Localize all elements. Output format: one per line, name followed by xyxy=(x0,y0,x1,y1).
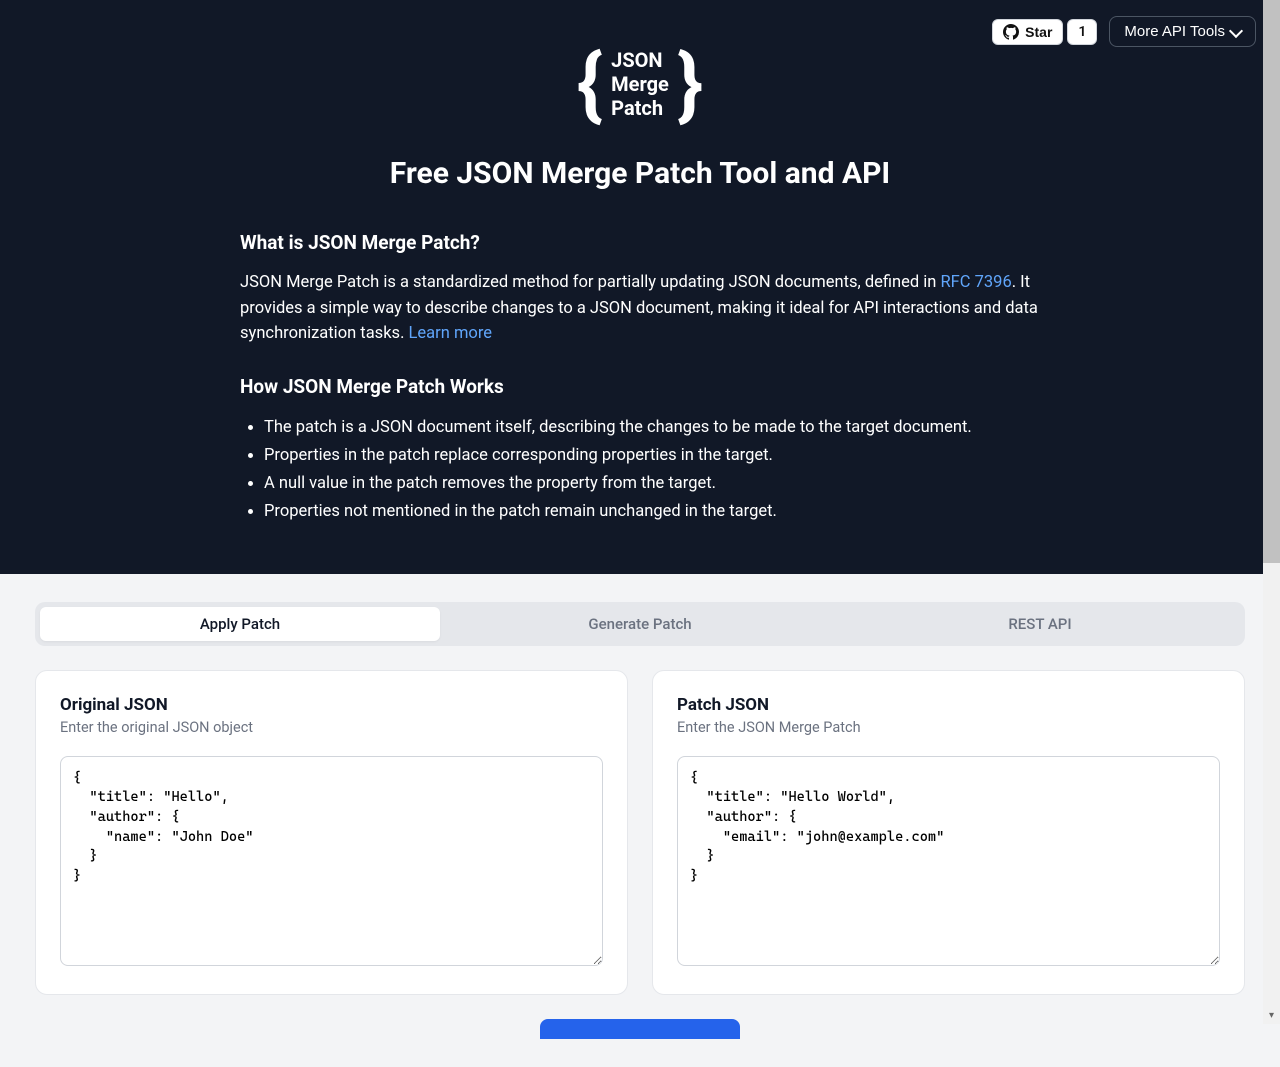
scroll-down-icon[interactable]: ▾ xyxy=(1263,1007,1280,1024)
patch-json-textarea[interactable] xyxy=(677,756,1220,966)
header: Star 1 More API Tools { JSON Merge Patch… xyxy=(0,0,1280,574)
tab-generate-patch[interactable]: Generate Patch xyxy=(440,607,840,641)
how-it-works-list: The patch is a JSON document itself, des… xyxy=(240,414,1040,526)
original-json-panel: Original JSON Enter the original JSON ob… xyxy=(35,670,628,995)
list-item: A null value in the patch removes the pr… xyxy=(264,470,1040,498)
more-tools-label: More API Tools xyxy=(1124,23,1225,40)
logo-line1: JSON xyxy=(611,48,669,72)
panel-title: Original JSON xyxy=(60,695,603,715)
panel-description: Enter the original JSON object xyxy=(60,719,603,736)
star-label: Star xyxy=(1025,24,1052,40)
tab-rest-api[interactable]: REST API xyxy=(840,607,1240,641)
github-star-button[interactable]: Star xyxy=(992,19,1063,45)
list-item: Properties not mentioned in the patch re… xyxy=(264,498,1040,526)
github-star-count: 1 xyxy=(1067,19,1097,45)
main-content: Apply Patch Generate Patch REST API Orig… xyxy=(0,574,1280,1067)
github-star-widget: Star 1 xyxy=(992,19,1097,45)
tab-group: Apply Patch Generate Patch REST API xyxy=(35,602,1245,646)
page-title: Free JSON Merge Patch Tool and API xyxy=(16,156,1264,191)
brace-left-icon: { xyxy=(577,44,603,124)
list-item: Properties in the patch replace correspo… xyxy=(264,442,1040,470)
apply-merge-patch-button[interactable] xyxy=(540,1019,740,1039)
patch-json-panel: Patch JSON Enter the JSON Merge Patch xyxy=(652,670,1245,995)
rfc-link[interactable]: RFC 7396 xyxy=(941,273,1012,292)
scrollbar[interactable]: ▾ xyxy=(1263,0,1280,1024)
list-item: The patch is a JSON document itself, des… xyxy=(264,414,1040,442)
tab-apply-patch[interactable]: Apply Patch xyxy=(40,607,440,641)
intro-heading-1: What is JSON Merge Patch? xyxy=(240,231,1040,254)
action-row xyxy=(16,1019,1264,1039)
learn-more-link[interactable]: Learn more xyxy=(409,324,492,343)
logo-line3: Patch xyxy=(611,96,669,120)
panel-title: Patch JSON xyxy=(677,695,1220,715)
intro-heading-2: How JSON Merge Patch Works xyxy=(240,375,1040,398)
intro-paragraph-1: JSON Merge Patch is a standardized metho… xyxy=(240,270,1040,347)
logo-line2: Merge xyxy=(611,72,669,96)
original-json-textarea[interactable] xyxy=(60,756,603,966)
github-icon xyxy=(1003,24,1019,40)
panel-description: Enter the JSON Merge Patch xyxy=(677,719,1220,736)
more-api-tools-button[interactable]: More API Tools xyxy=(1109,16,1256,47)
editor-panels: Original JSON Enter the original JSON ob… xyxy=(35,670,1245,995)
header-actions: Star 1 More API Tools xyxy=(992,16,1256,47)
intro-section: What is JSON Merge Patch? JSON Merge Pat… xyxy=(240,231,1040,526)
chevron-down-icon xyxy=(1229,23,1243,37)
scrollbar-thumb[interactable] xyxy=(1263,0,1280,563)
brace-right-icon: } xyxy=(677,44,703,124)
